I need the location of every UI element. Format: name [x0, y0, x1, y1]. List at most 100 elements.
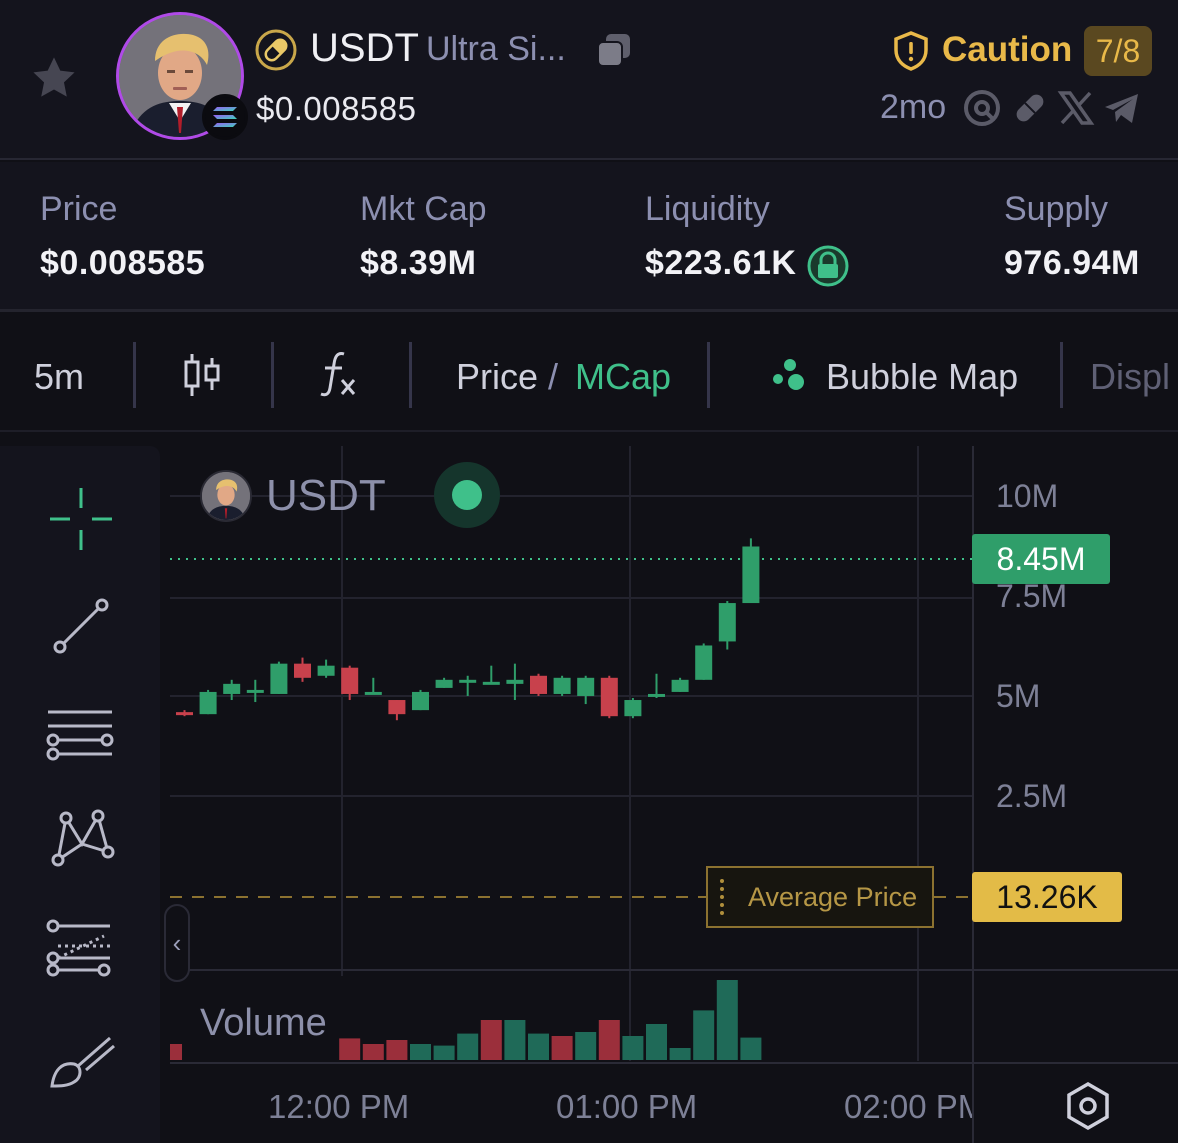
risk-label[interactable]: Caution	[942, 30, 1072, 70]
price-toggle[interactable]: Price	[456, 356, 538, 398]
volume-label: Volume	[200, 1002, 327, 1044]
toggle-divider: /	[548, 356, 559, 397]
stat-supply-label: Supply	[1004, 190, 1108, 228]
candle-body[interactable]	[459, 679, 477, 683]
token-avatar	[116, 12, 248, 140]
stat-liquidity-value: $223.61K	[645, 244, 797, 282]
volume-bar	[410, 1044, 431, 1060]
lock-icon	[807, 245, 849, 287]
chart-legend: USDT	[200, 468, 386, 524]
telegram-icon[interactable]	[1102, 88, 1142, 128]
risk-score-badge[interactable]: 7/8	[1084, 26, 1152, 76]
legend-avatar	[200, 470, 252, 522]
candle-body[interactable]	[294, 663, 311, 678]
trend-line-icon[interactable]	[46, 592, 116, 662]
volume-bar	[433, 1045, 455, 1060]
legend-symbol: USDT	[266, 471, 386, 520]
settings-icon[interactable]	[1062, 1080, 1114, 1132]
volume-bar	[170, 1044, 182, 1060]
horizontal-lines-icon[interactable]	[46, 698, 116, 768]
candle-body[interactable]	[176, 712, 193, 716]
token-name: Ultra Si...	[426, 30, 566, 68]
candle-body[interactable]	[506, 679, 524, 684]
token-age: 2mo	[880, 88, 947, 126]
bubble-map-button[interactable]: Bubble Map	[826, 356, 1018, 398]
chart-toolbar: 5m Price / MCap Bubble Map Displ	[0, 318, 1178, 432]
interval-selector[interactable]: 5m	[34, 356, 84, 398]
volume-bar	[528, 1033, 549, 1060]
stat-liquidity-label: Liquidity	[645, 190, 770, 228]
candle-body[interactable]	[600, 677, 618, 717]
volume-bar	[386, 1040, 408, 1060]
current-value-tag: 8.45M	[972, 534, 1110, 584]
volume-bar	[716, 980, 738, 1060]
volume-bar	[598, 1020, 620, 1060]
candle-body[interactable]	[317, 665, 335, 676]
star-icon[interactable]	[28, 52, 80, 104]
candle-body[interactable]	[624, 700, 642, 717]
stat-price-value: $0.008585	[40, 244, 206, 282]
pill-icon	[255, 29, 297, 71]
volume-bar	[457, 1033, 479, 1060]
candle-body[interactable]	[199, 691, 217, 715]
search-icon[interactable]	[962, 88, 1002, 128]
token-stats: Price $0.008585 Mkt Cap $8.39M Liquidity…	[0, 162, 1178, 312]
toolbar-divider	[1060, 342, 1063, 408]
stat-price-label: Price	[40, 190, 118, 228]
volume-bar	[551, 1036, 573, 1060]
candle-body[interactable]	[553, 677, 571, 694]
candle-body[interactable]	[435, 679, 453, 688]
candle-body[interactable]	[388, 700, 406, 715]
solana-icon	[202, 94, 248, 140]
drag-handle-icon[interactable]	[720, 879, 724, 915]
y-axis-label: 5M	[996, 678, 1041, 714]
volume-bar	[480, 1020, 502, 1060]
toolbar-divider	[707, 342, 710, 408]
volume-bar	[362, 1044, 384, 1060]
candle-body[interactable]	[270, 663, 288, 694]
x-icon[interactable]	[1056, 88, 1096, 128]
candle-body[interactable]	[412, 691, 429, 711]
link-icon[interactable]	[1010, 88, 1050, 128]
x-axis-label: 01:00 PM	[556, 1088, 698, 1125]
display-button[interactable]: Displ	[1090, 356, 1170, 398]
volume-bar	[622, 1036, 644, 1060]
toolbar-divider	[271, 342, 274, 408]
candlestick-icon[interactable]	[180, 350, 224, 400]
function-icon[interactable]	[316, 348, 360, 400]
volume-bar	[669, 1048, 691, 1060]
bubble-map-icon[interactable]	[770, 358, 808, 392]
y-axis-label: 2.5M	[996, 778, 1068, 814]
candle-body[interactable]	[695, 645, 713, 680]
token-symbol: USDT	[310, 26, 419, 70]
volume-bar	[646, 1024, 667, 1060]
average-price-label[interactable]: Average Price	[706, 866, 934, 928]
crosshair-icon[interactable]	[46, 484, 116, 554]
live-status-indicator[interactable]	[434, 462, 500, 528]
candle-body[interactable]	[364, 691, 382, 695]
candle-body[interactable]	[742, 546, 760, 604]
stat-mktcap-value: $8.39M	[360, 244, 477, 282]
collapse-toolbar-button[interactable]: ‹	[164, 904, 190, 982]
drawing-toolbar	[0, 446, 160, 1143]
pattern-tool-icon[interactable]	[46, 804, 116, 874]
candle-body[interactable]	[648, 693, 665, 697]
mcap-toggle[interactable]: MCap	[575, 356, 671, 398]
brush-icon[interactable]	[46, 1024, 116, 1094]
candle-body[interactable]	[223, 683, 241, 694]
candle-body[interactable]	[530, 675, 547, 694]
candle-body[interactable]	[246, 689, 264, 693]
copy-icon[interactable]	[594, 30, 634, 70]
candle-body[interactable]	[341, 667, 359, 694]
x-axis-label: 12:00 PM	[268, 1088, 410, 1125]
candle-body[interactable]	[671, 679, 689, 692]
volume-bar	[693, 1010, 715, 1060]
fibonacci-icon[interactable]	[46, 912, 116, 982]
candle-body[interactable]	[577, 677, 595, 696]
volume-bar	[740, 1037, 762, 1060]
token-header: USDT Ultra Si... $0.008585 Caution 7/8 2…	[0, 0, 1178, 160]
shield-icon	[894, 31, 928, 71]
candle-body[interactable]	[718, 603, 736, 642]
header-price: $0.008585	[256, 90, 417, 127]
candle-body[interactable]	[482, 681, 500, 685]
